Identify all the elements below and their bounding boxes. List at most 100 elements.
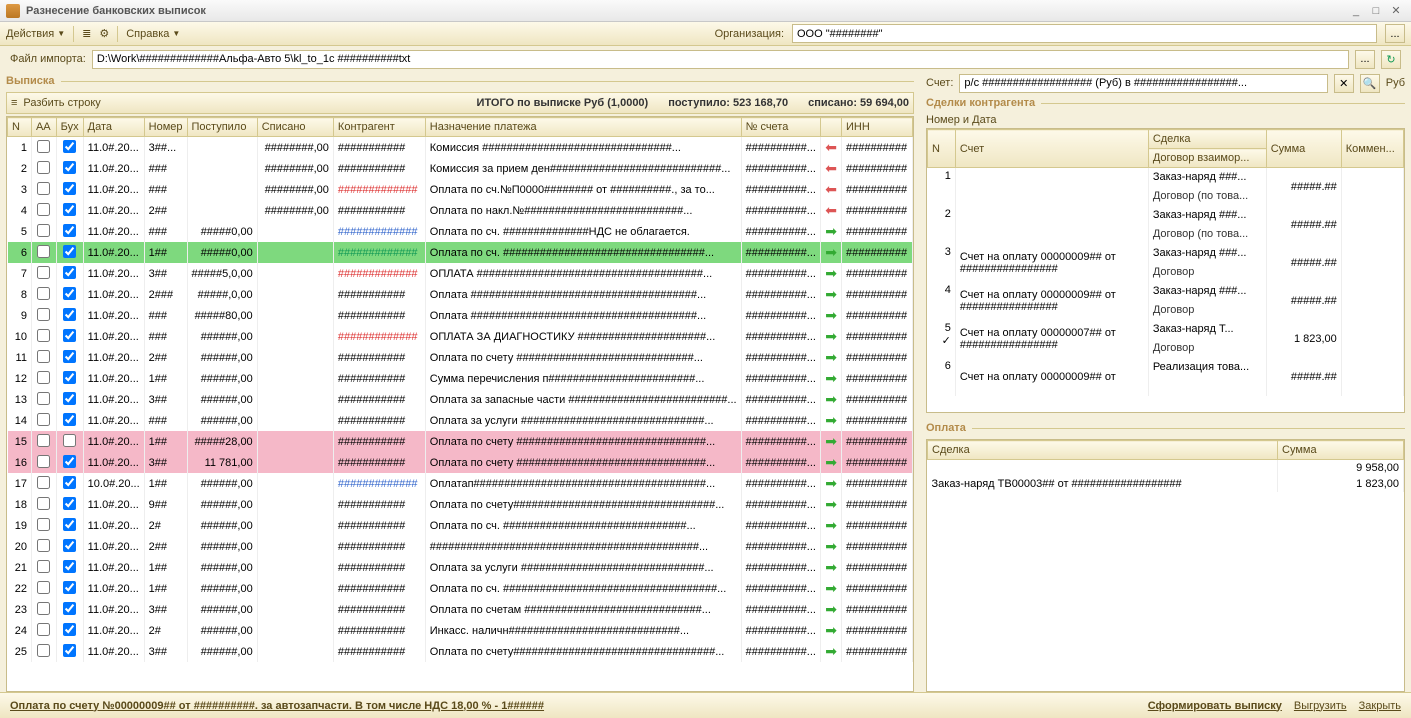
buh-checkbox[interactable] — [63, 392, 76, 405]
table-row[interactable]: 811.0#.20...2########,0,00###########Опл… — [8, 284, 913, 305]
aa-checkbox[interactable] — [37, 455, 50, 468]
close-footer-button[interactable]: Закрыть — [1359, 700, 1401, 712]
table-row[interactable]: 3Счет на оплату 00000009## от ##########… — [928, 244, 1404, 263]
aa-checkbox[interactable] — [37, 182, 50, 195]
dcol-contract[interactable]: Договор взаимор... — [1148, 149, 1266, 168]
table-row[interactable]: 2111.0#.20...1########,00###########Опла… — [8, 557, 913, 578]
aa-checkbox[interactable] — [37, 644, 50, 657]
file-refresh-button[interactable]: ↻ — [1381, 50, 1401, 69]
aa-checkbox[interactable] — [37, 308, 50, 321]
help-menu[interactable]: Справка ▼ — [126, 28, 180, 40]
split-row-button[interactable]: Разбить строку — [23, 97, 100, 109]
aa-checkbox[interactable] — [37, 560, 50, 573]
col-n[interactable]: N — [8, 118, 32, 137]
col-dir[interactable] — [821, 118, 842, 137]
buh-checkbox[interactable] — [63, 287, 76, 300]
buh-checkbox[interactable] — [63, 161, 76, 174]
aa-checkbox[interactable] — [37, 497, 50, 510]
buh-checkbox[interactable] — [63, 539, 76, 552]
table-row[interactable]: 5✓Счет на оплату 00000007## от #########… — [928, 320, 1404, 339]
actions-menu[interactable]: Действия ▼ — [6, 28, 65, 40]
dcol-n[interactable]: N — [928, 130, 956, 168]
buh-checkbox[interactable] — [63, 644, 76, 657]
account-input[interactable]: р/с ################## (Руб) в #########… — [959, 74, 1327, 93]
buh-checkbox[interactable] — [63, 581, 76, 594]
table-row[interactable]: 2011.0#.20...2########,00###############… — [8, 536, 913, 557]
buh-checkbox[interactable] — [63, 140, 76, 153]
aa-checkbox[interactable] — [37, 434, 50, 447]
pcol-sum[interactable]: Сумма — [1278, 441, 1404, 460]
aa-checkbox[interactable] — [37, 539, 50, 552]
aa-checkbox[interactable] — [37, 140, 50, 153]
buh-checkbox[interactable] — [63, 476, 76, 489]
aa-checkbox[interactable] — [37, 518, 50, 531]
footer-purpose-link[interactable]: Оплата по счету №00000009## от #########… — [10, 700, 544, 712]
table-row[interactable]: 1811.0#.20...9########,00###########Опла… — [8, 494, 913, 515]
aa-checkbox[interactable] — [37, 581, 50, 594]
payment-grid[interactable]: Сделка Сумма 9 958,00Заказ-наряд ТВ00003… — [926, 439, 1405, 692]
buh-checkbox[interactable] — [63, 245, 76, 258]
export-button[interactable]: Выгрузить — [1294, 700, 1347, 712]
table-row[interactable]: 1Заказ-наряд ###...#####.## — [928, 168, 1404, 187]
buh-checkbox[interactable] — [63, 182, 76, 195]
table-row[interactable]: 111.0#.20...3##...########,00###########… — [8, 137, 913, 159]
aa-checkbox[interactable] — [37, 224, 50, 237]
table-row[interactable]: 1111.0#.20...2########,00###########Опла… — [8, 347, 913, 368]
table-row[interactable]: 6Счет на оплату 00000009## отРеализация … — [928, 358, 1404, 377]
col-date[interactable]: Дата — [83, 118, 144, 137]
org-input[interactable]: ООО "########" — [792, 24, 1377, 43]
table-row[interactable]: 2211.0#.20...1########,00###########Опла… — [8, 578, 913, 599]
pcol-deal[interactable]: Сделка — [928, 441, 1278, 460]
table-row[interactable]: Заказ-наряд ТВ00003## от ###############… — [928, 476, 1404, 492]
table-row[interactable]: 911.0#.20...########80,00###########Опла… — [8, 305, 913, 326]
dcol-sum[interactable]: Сумма — [1266, 130, 1341, 168]
dcol-deal[interactable]: Сделка — [1148, 130, 1266, 149]
buh-checkbox[interactable] — [63, 623, 76, 636]
table-row[interactable]: 2511.0#.20...3########,00###########Опла… — [8, 641, 913, 662]
aa-checkbox[interactable] — [37, 287, 50, 300]
table-row[interactable]: 711.0#.20...3#######5,0,00#############О… — [8, 263, 913, 284]
close-button[interactable]: ✕ — [1387, 3, 1405, 19]
buh-checkbox[interactable] — [63, 413, 76, 426]
aa-checkbox[interactable] — [37, 266, 50, 279]
buh-checkbox[interactable] — [63, 518, 76, 531]
aa-checkbox[interactable] — [37, 623, 50, 636]
table-row[interactable]: 9 958,00 — [928, 460, 1404, 477]
table-row[interactable]: 4Счет на оплату 00000009## от ##########… — [928, 282, 1404, 301]
table-row[interactable]: 1011.0#.20...#########,00#############ОП… — [8, 326, 913, 347]
split-row-icon[interactable]: ≡ — [11, 97, 17, 109]
col-acc[interactable]: № счета — [741, 118, 821, 137]
col-num[interactable]: Номер — [144, 118, 187, 137]
buh-checkbox[interactable] — [63, 350, 76, 363]
col-aa[interactable]: АА — [31, 118, 56, 137]
statement-grid[interactable]: N АА Бух Дата Номер Поступило Списано Ко… — [6, 116, 914, 692]
buh-checkbox[interactable] — [63, 455, 76, 468]
table-row[interactable]: 1311.0#.20...3########,00###########Опла… — [8, 389, 913, 410]
buh-checkbox[interactable] — [63, 308, 76, 321]
aa-checkbox[interactable] — [37, 245, 50, 258]
aa-checkbox[interactable] — [37, 371, 50, 384]
buh-checkbox[interactable] — [63, 203, 76, 216]
account-lookup-button[interactable]: 🔍 — [1360, 74, 1380, 93]
col-inn[interactable]: ИНН — [841, 118, 912, 137]
table-row[interactable]: 2311.0#.20...3########,00###########Опла… — [8, 599, 913, 620]
col-out[interactable]: Списано — [257, 118, 333, 137]
deals-grid[interactable]: N Счет Сделка Сумма Коммен... Договор вз… — [926, 128, 1405, 413]
buh-checkbox[interactable] — [63, 371, 76, 384]
buh-checkbox[interactable] — [63, 434, 76, 447]
table-row[interactable]: 1511.0#.20...1#######28,00###########Опл… — [8, 431, 913, 452]
dcol-comment[interactable]: Коммен... — [1341, 130, 1403, 168]
col-buh[interactable]: Бух — [56, 118, 83, 137]
buh-checkbox[interactable] — [63, 224, 76, 237]
aa-checkbox[interactable] — [37, 329, 50, 342]
buh-checkbox[interactable] — [63, 266, 76, 279]
aa-checkbox[interactable] — [37, 350, 50, 363]
table-row[interactable]: 1211.0#.20...1########,00###########Сумм… — [8, 368, 913, 389]
col-incoming[interactable]: Поступило — [187, 118, 257, 137]
table-row[interactable]: 1911.0#.20...2#######,00###########Оплат… — [8, 515, 913, 536]
table-row[interactable]: 511.0#.20...########0,00#############Опл… — [8, 221, 913, 242]
toolbar-icon-2[interactable]: ⚙ — [99, 27, 109, 40]
aa-checkbox[interactable] — [37, 203, 50, 216]
buh-checkbox[interactable] — [63, 560, 76, 573]
aa-checkbox[interactable] — [37, 413, 50, 426]
